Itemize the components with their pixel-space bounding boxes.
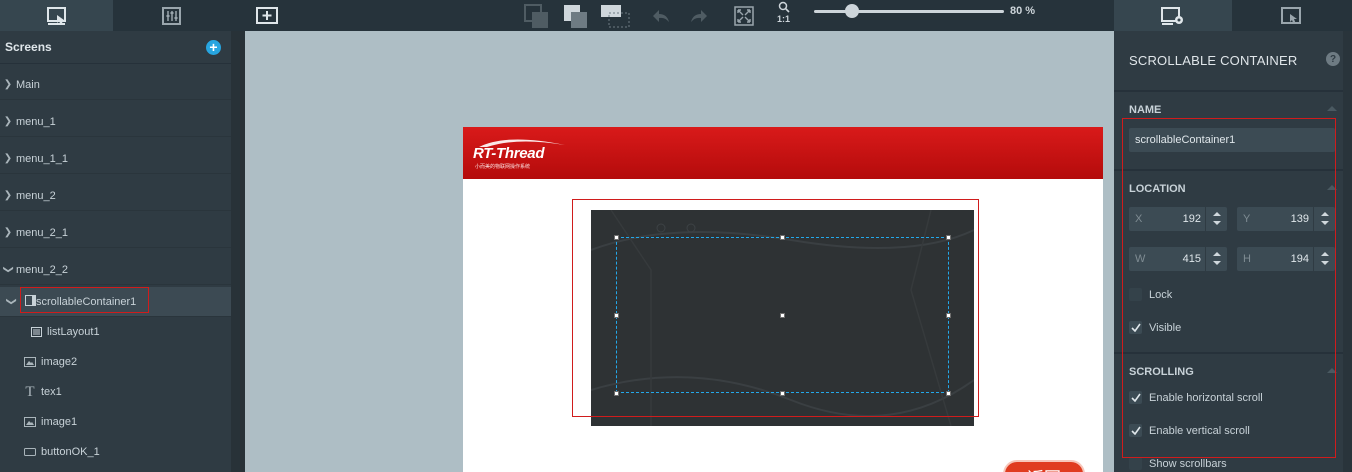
screens-title: Screens (5, 40, 52, 54)
add-box-icon (256, 6, 278, 24)
add-screen-button[interactable]: + (206, 39, 221, 55)
divider (1114, 90, 1352, 92)
interactions-tab-icon (1281, 6, 1301, 24)
show-scrollbars-checkbox[interactable]: Show scrollbars (1129, 457, 1227, 470)
redo-icon (691, 9, 707, 22)
undo-icon (653, 9, 669, 22)
send-backward-icon (524, 3, 548, 28)
list-layout-icon (30, 327, 42, 338)
screen-label: menu_2 (16, 189, 56, 202)
screens-scrollbar[interactable] (231, 31, 245, 472)
chevron-right-icon: ❯ (3, 79, 13, 90)
screen-item-menu-2-2[interactable]: ❯ menu_2_2 (0, 255, 231, 285)
screen-label: menu_1_1 (16, 152, 68, 165)
bring-forward-icon (564, 4, 587, 28)
rt-thread-subtitle: 小而美的物联网操作系统 (475, 164, 531, 170)
highlight-box-widget (20, 287, 149, 313)
fit-screen-icon (734, 5, 754, 26)
name-section-label: NAME (1129, 104, 1162, 116)
zoom-actual-button[interactable] (774, 0, 794, 14)
highlight-box-properties (1122, 118, 1336, 458)
screens-header: Screens + (0, 31, 231, 64)
tab-interactions[interactable] (1232, 0, 1352, 31)
properties-panel: SCROLLABLE CONTAINER ? NAME scrollableCo… (1114, 31, 1352, 472)
chevron-down-icon: ❯ (5, 297, 17, 306)
screen-label: menu_1 (16, 115, 56, 128)
design-canvas[interactable]: RT-Thread 小而美的物联网操作系统 返回 (245, 31, 1114, 472)
redo-button[interactable] (688, 0, 710, 31)
widgets-tab-icon (162, 6, 181, 25)
tab-widgets[interactable] (113, 0, 231, 31)
widget-label: tex1 (41, 386, 62, 398)
screen-label: menu_2_2 (16, 263, 68, 276)
properties-scrollbar[interactable] (1343, 31, 1352, 472)
back-button-preview: 返回 (1003, 460, 1085, 472)
properties-tab-icon (1161, 6, 1183, 25)
image-icon (24, 357, 36, 368)
fit-screen-button[interactable] (733, 0, 755, 31)
unchecked-box-icon[interactable] (1129, 457, 1142, 470)
send-backward-button[interactable] (522, 0, 552, 31)
screen-item-menu-2-1[interactable]: ❯ menu_2_1 (0, 218, 231, 248)
zoom-slider-handle[interactable] (845, 4, 859, 18)
top-toolbar: 1:1 80 % (0, 0, 1352, 31)
chevron-right-icon: ❯ (3, 227, 13, 238)
add-widget-button[interactable] (255, 0, 279, 31)
plus-icon: + (209, 39, 218, 55)
widget-item-button-ok[interactable]: buttonOK_1 (24, 437, 255, 467)
chevron-right-icon: ❯ (3, 153, 13, 164)
widget-label: image2 (41, 356, 78, 368)
chevron-right-icon: ❯ (3, 116, 13, 127)
screen-label: menu_2_1 (16, 226, 68, 239)
screen-item-main[interactable]: ❯ Main (0, 70, 231, 100)
screen-item-menu-2[interactable]: ❯ menu_2 (0, 181, 231, 211)
widget-item-list-layout[interactable]: listLayout1 (30, 317, 261, 347)
tab-screens[interactable] (0, 0, 113, 31)
image-icon (24, 417, 36, 428)
help-icon[interactable]: ? (1326, 52, 1340, 66)
screen-item-menu-1[interactable]: ❯ menu_1 (0, 107, 231, 137)
rt-thread-logo: RT-Thread (473, 145, 545, 162)
show-scrollbars-label: Show scrollbars (1149, 457, 1227, 470)
group-button[interactable] (598, 0, 632, 31)
button-icon (24, 447, 36, 458)
widget-label: listLayout1 (47, 326, 100, 338)
zoom-percent: 80 % (1010, 5, 1036, 17)
chevron-down-icon: ❯ (2, 265, 14, 274)
text-icon: T (25, 383, 35, 400)
widget-label: buttonOK_1 (41, 446, 100, 458)
collapse-name-icon[interactable] (1327, 106, 1337, 111)
help-text: ? (1329, 53, 1337, 65)
group-icon (601, 4, 630, 27)
highlight-box-canvas (572, 199, 979, 417)
properties-title: SCROLLABLE CONTAINER (1129, 53, 1298, 68)
magnifier-icon (778, 1, 790, 13)
screens-panel: Screens + ❯ Main ❯ menu_1 ❯ menu_1_1 ❯ m… (0, 31, 231, 472)
bring-forward-button[interactable] (561, 0, 591, 31)
zoom-slider[interactable] (814, 4, 1004, 18)
chevron-right-icon: ❯ (3, 190, 13, 201)
screens-tab-icon (46, 6, 66, 25)
rt-thread-header: RT-Thread 小而美的物联网操作系统 (463, 127, 1103, 179)
screen-item-menu-1-1[interactable]: ❯ menu_1_1 (0, 144, 231, 174)
screen-label: Main (16, 78, 40, 91)
widget-label: image1 (41, 416, 78, 428)
tab-properties[interactable] (1114, 0, 1232, 31)
widget-item-tex1[interactable]: T tex1 (24, 377, 255, 407)
back-button-text: 返回 (1027, 464, 1061, 472)
undo-button[interactable] (650, 0, 672, 31)
widget-item-image1[interactable]: image1 (24, 407, 255, 437)
widget-item-image2[interactable]: image2 (24, 347, 255, 377)
zoom-1-1-label: 1:1 (777, 14, 791, 24)
